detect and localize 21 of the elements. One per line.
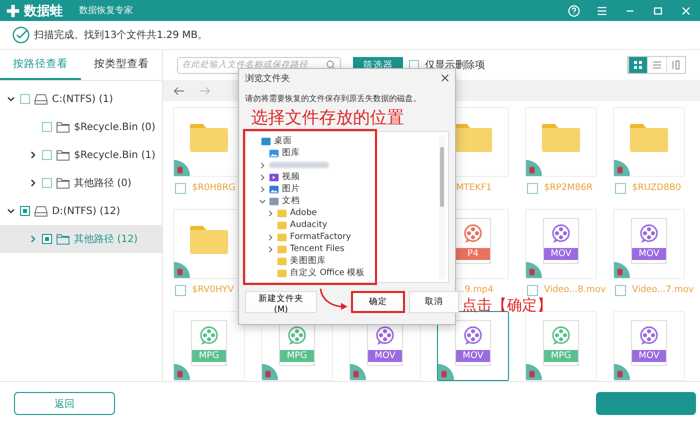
dialog-message: 请勿将需要恢复的文件保存到原丢失数据的磁盘。 xyxy=(245,93,422,104)
file-name: Video...7.mov xyxy=(632,285,694,295)
file-name: $RP2M86R xyxy=(544,183,593,193)
file-name: ...9.mp4 xyxy=(456,285,494,295)
file-name: $R0H8RG xyxy=(192,183,236,193)
app-name: 数据蛙 xyxy=(24,2,63,20)
video-file-icon: MOV xyxy=(543,218,579,264)
app-subtitle: 数据恢复专家 xyxy=(79,4,133,17)
video-file-icon: MOV xyxy=(631,320,667,366)
video-file-icon: MOV xyxy=(455,320,491,366)
file-name: $RV0HYV xyxy=(192,285,234,295)
annotation-text: 选择文件存放的位置 xyxy=(251,107,405,129)
video-file-icon: MPG xyxy=(543,320,579,366)
file-name: Video...8.mov xyxy=(544,285,606,295)
scan-status: 扫描完成。找到13个文件共1.29 MB。 xyxy=(34,28,208,42)
file-name: MTEKF1 xyxy=(456,183,492,193)
file-name: $RUZD8B0 xyxy=(632,183,682,193)
video-file-icon: MPG xyxy=(191,320,227,366)
video-file-icon: P4 xyxy=(455,218,491,264)
video-file-icon: MOV xyxy=(631,218,667,264)
dialog-title: 浏览文件夹 xyxy=(245,72,290,84)
